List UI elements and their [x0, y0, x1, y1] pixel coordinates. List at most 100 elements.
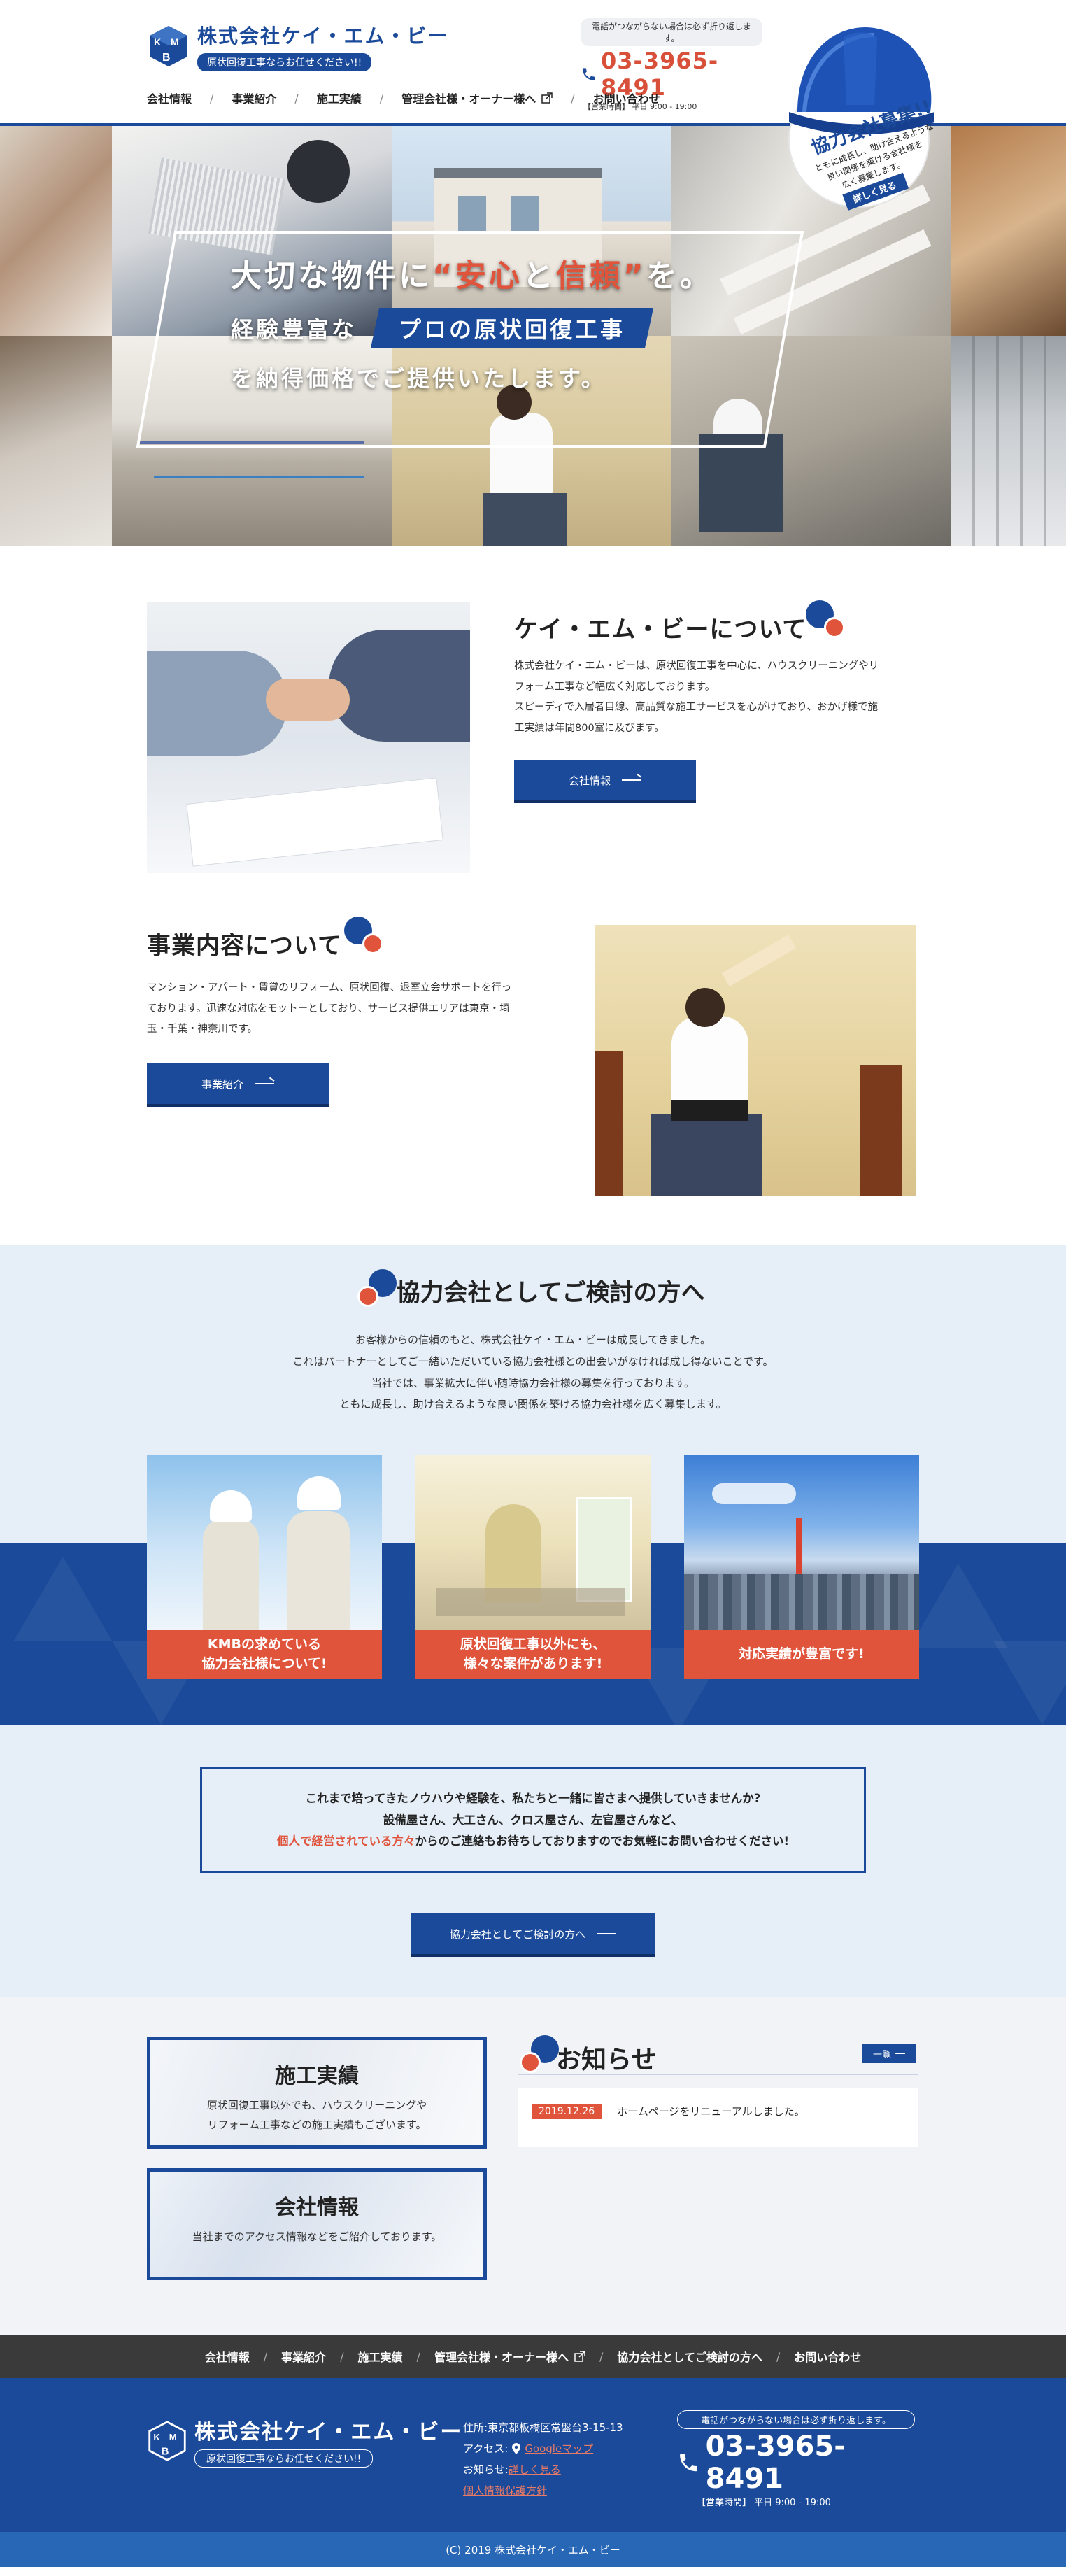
hero-text: と: [522, 258, 556, 294]
notice-text: からのご連絡もお待ちしておりますのでお気軽にお問い合わせください!: [415, 1834, 790, 1848]
hero-pill: プロの原状回復工事: [370, 308, 654, 348]
svg-text:K: K: [153, 2432, 160, 2442]
google-map-link[interactable]: Googleマップ: [525, 2438, 593, 2459]
footer-news-link[interactable]: 詳しく見る: [509, 2463, 561, 2476]
arrow-right-icon: [255, 1083, 274, 1084]
arrow-right-icon: [895, 2053, 905, 2054]
about-text-line: スピーディで入居者目線、高品質な施工サービスを心がけており、おかげ様で施: [514, 702, 878, 714]
news-divider: [518, 2074, 918, 2075]
worker-ceiling-photo: [595, 925, 916, 1196]
partner-recruit-badge[interactable]: 協力会社募集!! ともに成長し、助け合えるような 良い関係を築ける会社様を 広く…: [776, 7, 937, 224]
footer-hours: 【営業時間】 平日 9:00 - 19:00: [697, 2498, 831, 2508]
works-text-line: 原状回復工事以外でも、ハウスクリーニングや: [206, 2099, 427, 2111]
nav-separator: /: [263, 2349, 268, 2363]
card-photo-cityscape: [684, 1455, 919, 1630]
nav-separator: /: [571, 91, 575, 105]
hero-quote-close: ”: [623, 258, 646, 294]
hero-quote-open: “: [432, 258, 455, 294]
tel-note: 電話がつながらない場合は必ず折り返します。: [581, 18, 762, 46]
news-list-button[interactable]: 一覧: [862, 2044, 916, 2063]
partner-text: お客様からの信頼のもと、株式会社ケイ・エム・ビーは成長してきました。 これはパー…: [0, 1329, 1066, 1415]
nav-company[interactable]: 会社情報: [147, 90, 192, 106]
privacy-policy-link[interactable]: 個人情報保護方針: [463, 2484, 547, 2497]
nav-business[interactable]: 事業紹介: [232, 90, 276, 106]
news-title-text: お知らせ: [556, 2046, 657, 2074]
nav-owners[interactable]: 管理会社様・オーナー様へ: [401, 90, 553, 106]
business-text-line: 玉・千葉・神奈川です。: [147, 1024, 258, 1035]
footer-logo[interactable]: K M B 株式会社ケイ・エム・ビー 原状回復工事ならお任せください!!: [147, 2414, 462, 2468]
card-caption-line: KMBの求めている: [207, 1636, 322, 1653]
footer-nav-contact[interactable]: お問い合わせ: [794, 2348, 861, 2365]
button-label: 協力会社としてご検討の方へ: [449, 1927, 586, 1941]
partner-button[interactable]: 協力会社としてご検討の方へ: [411, 1913, 655, 1954]
svg-text:K: K: [154, 36, 161, 48]
company-title: 会社情報: [275, 2195, 359, 2220]
footer-nav-company[interactable]: 会社情報: [205, 2348, 250, 2365]
about-text-line: 工実績は年間800室に及びます。: [514, 723, 665, 735]
footer-nav-works[interactable]: 施工実績: [358, 2348, 403, 2365]
partner-text-line: ともに成長し、助け合えるような良い関係を築ける協力会社様を広く募集します。: [339, 1398, 727, 1411]
nav-owners-label: 管理会社様・オーナー様へ: [401, 92, 536, 106]
footer-address: 住所:東京都板橋区常盤台3-15-13: [463, 2417, 623, 2438]
hero-shinrai: 信頼: [555, 258, 623, 294]
button-label: 事業紹介: [201, 1077, 243, 1091]
partner-text-line: 当社では、事業拡大に伴い随時協力会社様の募集を行っております。: [371, 1376, 695, 1389]
news-date: 2019.12.26: [532, 2104, 602, 2119]
news-title: お知らせ: [520, 2035, 657, 2076]
business-text-line: ております。迅速な対応をモットーとしており、サービス提供エリアは東京・埼: [147, 1003, 510, 1014]
hero-copy: 大切な物件に“安心と信頼”を。 経験豊富な プロの原状回復工事 を納得価格でご提…: [231, 250, 713, 393]
external-link-icon: [541, 92, 553, 104]
footer-nav-partner[interactable]: 協力会社としてご検討の方へ: [617, 2348, 762, 2365]
notice-line: 個人で経営されている方々からのご連絡もお待ちしておりますのでお気軽にお問い合わせ…: [202, 1831, 864, 1853]
card-caption: KMBの求めている 協力会社様について!: [147, 1630, 382, 1679]
partner-card-achievements[interactable]: 対応実績が豊富です!: [684, 1455, 919, 1679]
svg-text:B: B: [162, 52, 171, 64]
button-label: 会社情報: [568, 774, 611, 787]
partner-card-projects[interactable]: 原状回復工事以外にも、 様々な案件があります!: [415, 1455, 651, 1679]
notice-line: 設備屋さん、大工さん、クロス屋さん、左官屋さんなど、: [383, 1813, 683, 1827]
nav-works[interactable]: 施工実績: [317, 90, 362, 106]
business-button[interactable]: 事業紹介: [147, 1063, 329, 1104]
kmb-logo-icon: K M B: [150, 26, 187, 66]
card-caption-line: 協力会社様について!: [201, 1656, 327, 1671]
footer-tel-box: 電話がつながらない場合は必ず折り返します。 03-3965-8491 【営業時間…: [677, 2410, 915, 2508]
company-link-box[interactable]: 会社情報 当社までのアクセス情報などをご紹介しております。: [147, 2168, 487, 2280]
footer-info: 住所:東京都板橋区常盤台3-15-13 アクセス: Googleマップ お知らせ…: [463, 2417, 623, 2501]
arrow-right-icon: [597, 1933, 617, 1934]
company-text: 当社までのアクセス情報などをご紹介しております。: [192, 2230, 442, 2243]
footer-nav-owners-label: 管理会社様・オーナー様へ: [434, 2351, 569, 2364]
about-text: 株式会社ケイ・エム・ビーは、原状回復工事を中心に、ハウスクリーニングやリ フォー…: [514, 656, 920, 739]
footer-tel-link[interactable]: 03-3965-8491: [706, 2430, 915, 2495]
button-label: 一覧: [872, 2049, 891, 2060]
address-label: 住所:: [463, 2421, 488, 2434]
footer-company-name: 株式会社ケイ・エム・ビー: [194, 2420, 463, 2444]
arrow-right-icon: [622, 779, 641, 781]
notice-line: これまで培ってきたノウハウや経験を、私たちと一緒に皆さまへ提供していきませんか?: [305, 1792, 761, 1805]
nav-separator: /: [599, 2349, 604, 2363]
company-info-button[interactable]: 会社情報: [514, 760, 696, 800]
company-logo[interactable]: K M B 株式会社ケイ・エム・ビー 原状回復工事ならお任せください!!: [147, 21, 448, 71]
footer-access: アクセス: Googleマップ: [463, 2438, 623, 2459]
nav-contact[interactable]: お問い合わせ: [593, 90, 660, 106]
works-news-section: 施工実績 原状回復工事以外でも、ハウスクリーニングや リフォーム工事などの施工実…: [0, 1997, 1066, 2335]
partner-card-requirements[interactable]: KMBの求めている 協力会社様について!: [147, 1455, 382, 1679]
works-link-box[interactable]: 施工実績 原状回復工事以外でも、ハウスクリーニングや リフォーム工事などの施工実…: [147, 2037, 487, 2149]
footer-news: お知らせ:詳しく見る: [463, 2459, 623, 2480]
works-text-line: リフォーム工事などの施工実績もございます。: [207, 2118, 427, 2131]
about-text-line: フォーム工事など幅広く対応しております。: [514, 681, 716, 693]
kmb-logo-icon: K M B: [148, 2421, 186, 2461]
card-photo-handshake: [147, 1455, 382, 1630]
news-item[interactable]: 2019.12.26 ホームページをリニューアルしました。: [518, 2088, 918, 2147]
card-caption: 対応実績が豊富です!: [684, 1630, 919, 1679]
hero-photo-saw: [0, 336, 112, 546]
hero-photo-tools: [951, 126, 1066, 336]
company-name: 株式会社ケイ・エム・ビー: [197, 24, 449, 48]
hero-photo-hands: [0, 126, 112, 336]
footer-nav-owners[interactable]: 管理会社様・オーナー様へ: [434, 2348, 585, 2365]
hero-photo-ceiling-frame: [951, 336, 1066, 546]
footer-nav-business[interactable]: 事業紹介: [281, 2348, 326, 2365]
address-value: 東京都板橋区常盤台3-15-13: [488, 2421, 623, 2434]
about-section: ケイ・エム・ビーについて 株式会社ケイ・エム・ビーは、原状回復工事を中心に、ハウ…: [0, 546, 1066, 1245]
map-pin-icon: [512, 2443, 521, 2454]
nav-separator: /: [379, 91, 384, 105]
